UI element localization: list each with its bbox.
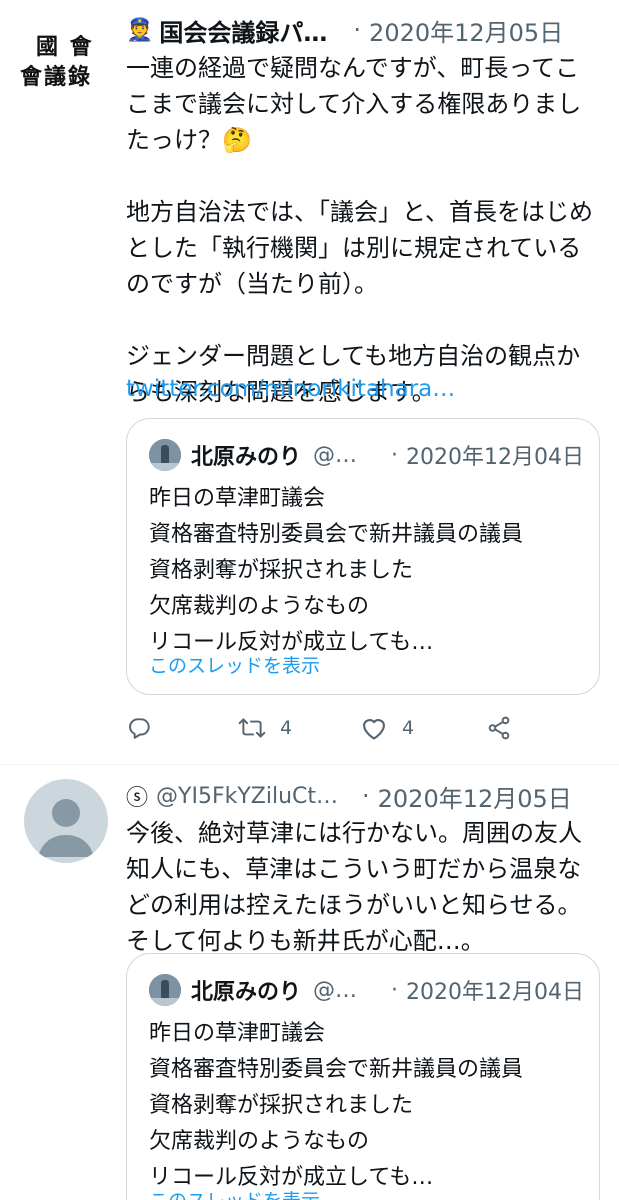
share-icon [488,716,510,740]
tweet[interactable]: ⓢ @YI5FkYZiluCt… · 2020年12月05日 今後、絶対草津には… [0,765,619,1200]
separator-dot: · [353,16,362,44]
like-count: 4 [402,717,415,739]
avatar[interactable]: 國 會 會議錄 [18,24,102,108]
quoted-timestamp: 2020年12月04日 [406,445,584,470]
quoted-avatar [149,439,181,471]
police-officer-badge-icon: 👮 [126,17,154,43]
quoted-handle: @… [313,977,358,1003]
separator-dot: · [391,977,399,1003]
quoted-tweet-header: 北原みのり @… · 2020年12月04日 [149,437,584,473]
quoted-tweet-header: 北原みのり @… · 2020年12月04日 [149,972,584,1008]
quoted-tweet-link[interactable]: twitter.com/minorikitahara… [126,376,455,402]
tweet-header: 👮 国会会議録パ… · 2020年12月05日 [126,10,563,50]
separator-dot: · [362,782,370,810]
tweet[interactable]: 國 會 會議錄 👮 国会会議録パ… · 2020年12月05日 一連の経過で疑問… [0,0,619,765]
default-profile-icon [38,799,94,857]
share-button[interactable] [486,715,512,741]
quoted-display-name: 北原みのり [191,980,302,1005]
show-thread-link[interactable]: このスレッドを表示 [149,651,320,678]
avatar[interactable] [24,779,108,863]
avatar-logo-line-1: 國 會 [36,34,94,60]
tweet-header: ⓢ @YI5FkYZiluCt… · 2020年12月05日 [126,776,572,816]
timestamp[interactable]: 2020年12月05日 [369,13,563,48]
tweet-body: 今後、絶対草津には行かない。周囲の友人知人にも、草津はこういう町だから温泉などの… [126,819,582,955]
account-handle[interactable]: @YI5FkYZiluCt… [156,784,338,809]
display-name[interactable]: 国会会議録パ… [159,13,327,48]
quoted-avatar [149,974,181,1006]
quoted-tweet-body: 昨日の草津町議会 資格審査特別委員会で新井議員の議員 資格剥奪が採択されました … [149,1021,524,1190]
retweet-count: 4 [280,717,293,739]
account-badge-icon: ⓢ [126,786,149,811]
heart-icon [363,719,385,740]
quoted-handle: @… [313,442,358,468]
quoted-tweet-body: 昨日の草津町議会 資格審査特別委員会で新井議員の議員 資格剥奪が採択されました … [149,486,524,655]
timestamp[interactable]: 2020年12月05日 [378,779,572,814]
avatar-logo-line-2: 會議錄 [20,64,93,90]
like-button[interactable]: 4 [360,715,486,741]
quoted-display-name: 北原みのり [191,445,302,470]
tweet-body: 一連の経過で疑問なんですが、町長ってここまで議会に対して介入する権限ありましたっ… [126,54,594,406]
reply-icon [129,718,150,739]
retweet-icon [238,718,266,738]
show-thread-link[interactable]: このスレッドを表示 [149,1186,320,1200]
separator-dot: · [391,442,399,468]
retweet-button[interactable]: 4 [238,715,360,741]
tweet-actions: 4 4 [126,708,526,748]
quoted-tweet-card[interactable]: 北原みのり @… · 2020年12月04日 昨日の草津町議会 資格審査特別委員… [126,418,600,695]
reply-button[interactable] [126,715,238,741]
quoted-tweet-card[interactable]: 北原みのり @… · 2020年12月04日 昨日の草津町議会 資格審査特別委員… [126,953,600,1200]
quoted-timestamp: 2020年12月04日 [406,980,584,1005]
